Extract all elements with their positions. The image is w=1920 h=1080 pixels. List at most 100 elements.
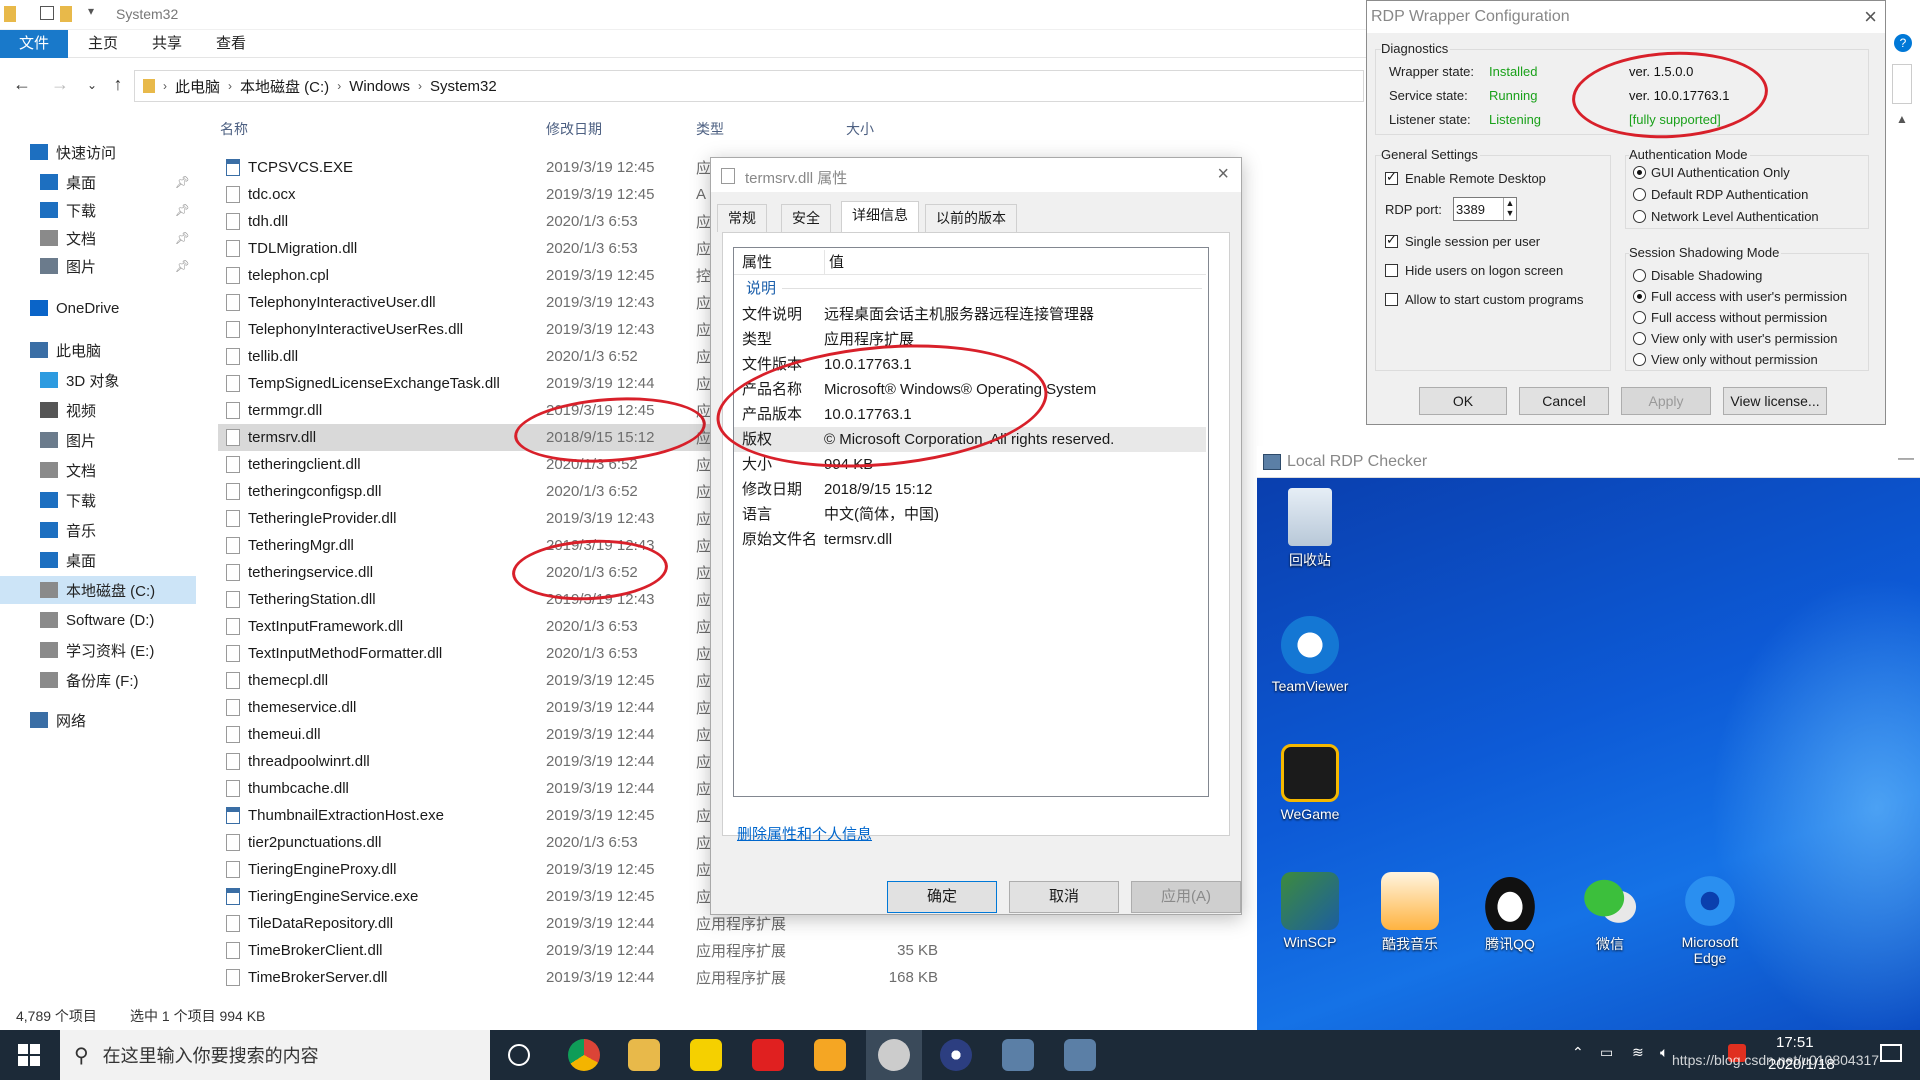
- sublime-icon[interactable]: [814, 1039, 846, 1071]
- folder-icon[interactable]: [60, 6, 72, 22]
- custom-programs-checkbox[interactable]: [1385, 293, 1398, 306]
- table-row[interactable]: TextInputMethodFormatter.dll 2020/1/3 6:5…: [218, 640, 718, 667]
- chevron-down-icon[interactable]: ▾: [88, 4, 94, 18]
- breadcrumb-windows[interactable]: Windows: [349, 78, 410, 95]
- tab-view[interactable]: 查看: [216, 30, 246, 58]
- column-header-date[interactable]: 修改日期: [546, 114, 602, 144]
- property-row[interactable]: 修改日期 2018/9/15 15:12: [734, 477, 1206, 502]
- desktop-icon-kuwo[interactable]: 酷我音乐: [1365, 872, 1455, 954]
- windows-start-icon[interactable]: [18, 1044, 40, 1066]
- rdp-checker-icon[interactable]: [1064, 1039, 1096, 1071]
- apply-button[interactable]: 应用(A): [1131, 881, 1241, 913]
- breadcrumb-system32[interactable]: System32: [430, 78, 497, 95]
- radio-button[interactable]: [1633, 311, 1646, 324]
- pin-icon[interactable]: 📌︎: [175, 175, 190, 189]
- table-row[interactable]: TDLMigration.dll 2020/1/3 6:53 应: [218, 235, 718, 262]
- radio-button[interactable]: [1633, 269, 1646, 282]
- sidebar-item[interactable]: 下载 📌︎: [0, 196, 196, 224]
- table-row[interactable]: thumbcache.dll 2019/3/19 12:44 应: [218, 775, 718, 802]
- property-list[interactable]: 属性 值 说明 文件说明 远程桌面会话主机服务器远程连接管理器 类型 应用程序扩展 文件…: [733, 247, 1209, 797]
- table-row[interactable]: threadpoolwinrt.dll 2019/3/19 12:44 应: [218, 748, 718, 775]
- radio-button[interactable]: [1633, 210, 1646, 223]
- table-row[interactable]: tdh.dll 2020/1/3 6:53 应: [218, 208, 718, 235]
- table-row[interactable]: TetheringIeProvider.dll 2019/3/19 12:43 应: [218, 505, 718, 532]
- sidebar-item[interactable]: 音乐: [0, 516, 196, 544]
- close-icon[interactable]: ×: [1217, 163, 1229, 186]
- forward-arrow-icon[interactable]: →: [48, 74, 72, 95]
- sidebar-item[interactable]: OneDrive: [0, 294, 196, 322]
- sidebar-item[interactable]: 学习资料 (E:): [0, 636, 196, 664]
- table-row[interactable]: themeui.dll 2019/3/19 12:44 应: [218, 721, 718, 748]
- radio-button[interactable]: [1633, 332, 1646, 345]
- radio-button[interactable]: [1633, 353, 1646, 366]
- tab-general[interactable]: 常规: [717, 204, 767, 232]
- chevron-down-icon[interactable]: ⌄: [80, 78, 104, 92]
- apply-button[interactable]: Apply: [1621, 387, 1711, 415]
- property-row[interactable]: 文件说明 远程桌面会话主机服务器远程连接管理器: [734, 302, 1206, 327]
- table-row[interactable]: tdc.ocx 2019/3/19 12:45 A: [218, 181, 718, 208]
- sidebar-item[interactable]: 3D 对象: [0, 366, 196, 394]
- pin-icon[interactable]: 📌︎: [175, 203, 190, 217]
- table-row[interactable]: TieringEngineProxy.dll 2019/3/19 12:45 应: [218, 856, 718, 883]
- wifi-icon[interactable]: ≋: [1632, 1044, 1644, 1061]
- taskbar-search-box[interactable]: ⚲ 在这里输入你要搜索的内容: [60, 1030, 490, 1080]
- property-row[interactable]: 原始文件名 termsrv.dll: [734, 527, 1206, 552]
- sidebar-item[interactable]: 视频: [0, 396, 196, 424]
- table-row[interactable]: themeservice.dll 2019/3/19 12:44 应: [218, 694, 718, 721]
- sidebar-item[interactable]: 网络: [0, 706, 196, 734]
- ok-button[interactable]: OK: [1419, 387, 1507, 415]
- table-row[interactable]: TieringEngineService.exe 2019/3/19 12:45 应: [218, 883, 718, 910]
- desktop-icon-qq[interactable]: 腾讯QQ: [1465, 872, 1555, 954]
- hide-users-checkbox[interactable]: [1385, 264, 1398, 277]
- eclipse-icon[interactable]: [940, 1039, 972, 1071]
- notification-icon[interactable]: [1880, 1044, 1902, 1062]
- table-row[interactable]: TextInputFramework.dll 2020/1/3 6:53 应: [218, 613, 718, 640]
- sidebar-item[interactable]: 下载: [0, 486, 196, 514]
- back-arrow-icon[interactable]: ←: [10, 74, 34, 95]
- single-session-checkbox[interactable]: [1385, 232, 1398, 248]
- table-row[interactable]: ThumbnailExtractionHost.exe 2019/3/19 12:…: [218, 802, 718, 829]
- sidebar-item[interactable]: 桌面 📌︎: [0, 168, 196, 196]
- tab-file[interactable]: 文件: [0, 30, 68, 58]
- desktop-icon-wegame[interactable]: WeGame: [1265, 744, 1355, 822]
- table-row[interactable]: TimeBrokerClient.dll 2019/3/19 12:44 应用程序扩…: [218, 937, 978, 964]
- pin-icon[interactable]: 📌︎: [175, 259, 190, 273]
- table-row[interactable]: TimeBrokerServer.dll 2019/3/19 12:44 应用程序扩…: [218, 964, 978, 991]
- cancel-button[interactable]: Cancel: [1519, 387, 1609, 415]
- tab-previous-versions[interactable]: 以前的版本: [925, 204, 1017, 232]
- chevron-up-icon[interactable]: ⌃: [1572, 1044, 1584, 1061]
- table-row[interactable]: tier2punctuations.dll 2020/1/3 6:53 应: [218, 829, 718, 856]
- file-explorer-icon[interactable]: [628, 1039, 660, 1071]
- desktop-icon-edge[interactable]: Microsoft Edge: [1665, 872, 1755, 966]
- remove-properties-link[interactable]: 删除属性和个人信息: [737, 823, 872, 844]
- desktop-icon-recycle-bin[interactable]: 回收站: [1265, 488, 1355, 570]
- steam-icon[interactable]: [878, 1039, 910, 1071]
- column-header-type[interactable]: 类型: [696, 114, 724, 144]
- tab-security[interactable]: 安全: [781, 204, 831, 232]
- table-row[interactable]: TempSignedLicenseExchangeTask.dll 2019/3/…: [218, 370, 718, 397]
- clock-time[interactable]: 17:51: [1776, 1034, 1814, 1051]
- table-row[interactable]: TCPSVCS.EXE 2019/3/19 12:45 应: [218, 154, 718, 181]
- column-header-name[interactable]: 名称: [220, 114, 248, 144]
- battery-icon[interactable]: ▭: [1600, 1044, 1613, 1061]
- checkbox-icon[interactable]: [40, 6, 54, 20]
- table-row[interactable]: TelephonyInteractiveUser.dll 2019/3/19 12…: [218, 289, 718, 316]
- chrome-icon[interactable]: [568, 1039, 600, 1071]
- help-icon[interactable]: ?: [1894, 34, 1912, 52]
- enable-remote-desktop-checkbox[interactable]: [1385, 169, 1398, 185]
- cancel-button[interactable]: 取消: [1009, 881, 1119, 913]
- pin-icon[interactable]: 📌︎: [175, 231, 190, 245]
- table-row[interactable]: themecpl.dll 2019/3/19 12:45 应: [218, 667, 718, 694]
- radio-button[interactable]: [1633, 290, 1646, 303]
- youdao-icon[interactable]: [752, 1039, 784, 1071]
- radio-button[interactable]: [1633, 188, 1646, 201]
- sidebar-item[interactable]: 文档: [0, 456, 196, 484]
- scroll-up-icon[interactable]: ▲: [1896, 112, 1908, 126]
- desktop-icon-winscp[interactable]: WinSCP: [1265, 872, 1355, 950]
- sidebar-item[interactable]: 图片 📌︎: [0, 252, 196, 280]
- table-row[interactable]: TelephonyInteractiveUserRes.dll 2019/3/19…: [218, 316, 718, 343]
- sidebar-item[interactable]: 此电脑: [0, 336, 196, 364]
- potplayer-icon[interactable]: [690, 1039, 722, 1071]
- up-arrow-icon[interactable]: ↑: [106, 74, 130, 95]
- view-license-button[interactable]: View license...: [1723, 387, 1827, 415]
